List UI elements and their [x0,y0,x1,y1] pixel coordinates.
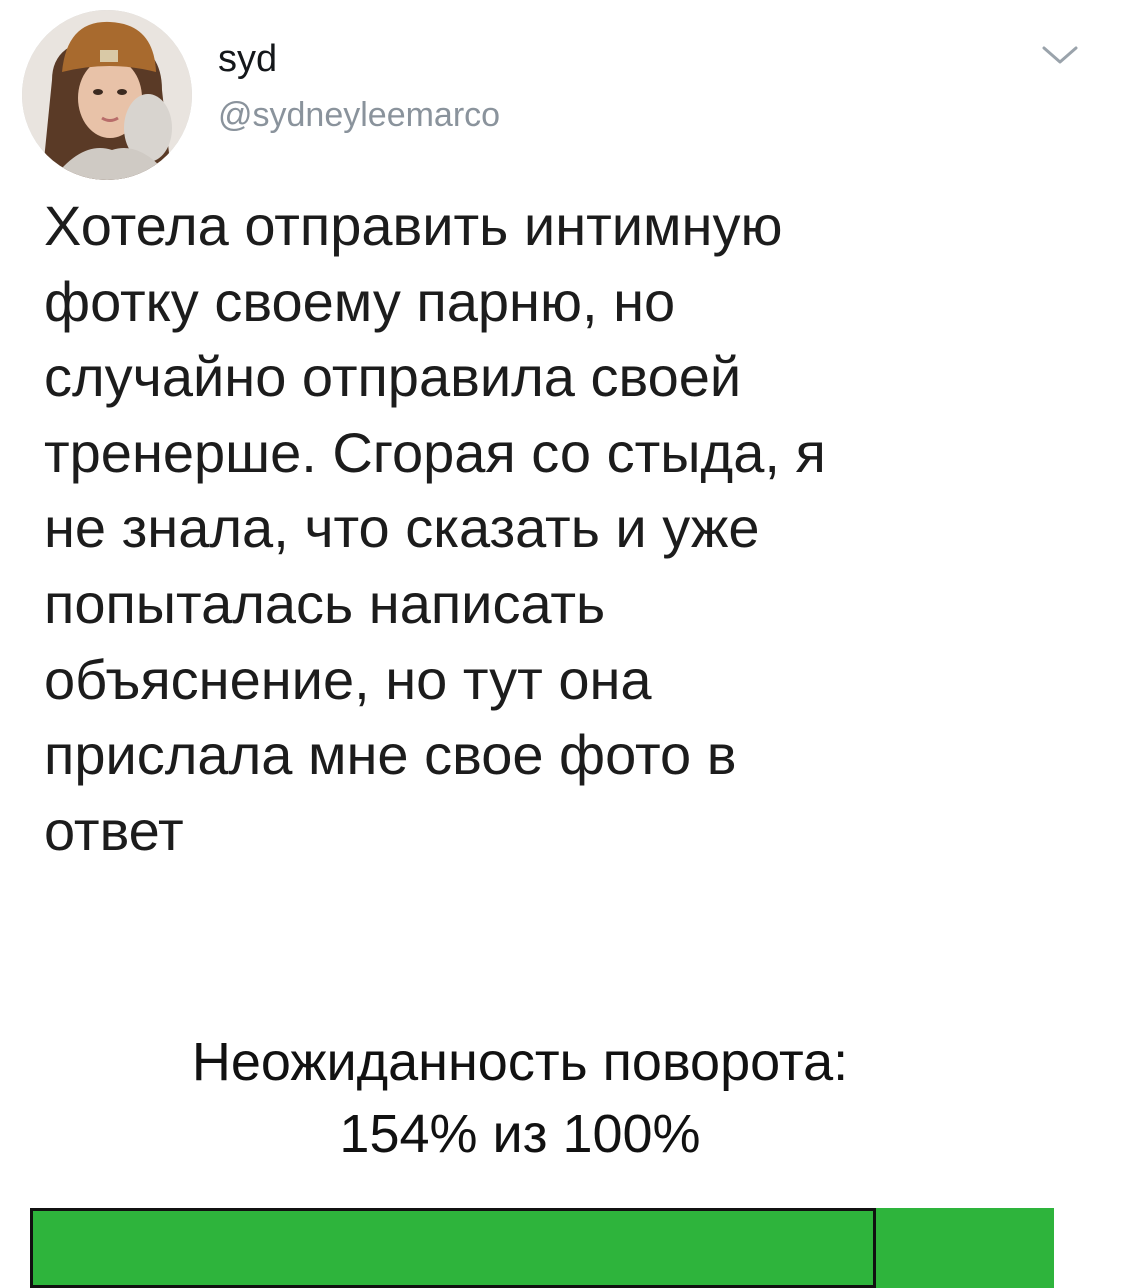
user-avatar[interactable] [22,10,192,180]
tweet-header: syd @sydneyleemarco [0,0,1124,180]
tweet-text: Хотела отправить интимную фотку своему п… [44,194,826,862]
avatar-photo-icon [22,10,192,180]
user-handle[interactable]: @sydneyleemarco [218,98,500,132]
twist-meter [0,1208,1124,1288]
caption-title: Неожиданность поворота: [191,1032,849,1092]
caption: Неожиданность поворота: 154% из 100% [0,1026,1040,1170]
meter-track [30,1208,876,1288]
caption-value: 154% из 100% [339,1104,701,1164]
chevron-down-icon[interactable] [1040,40,1080,70]
display-name[interactable]: syd [218,40,277,78]
